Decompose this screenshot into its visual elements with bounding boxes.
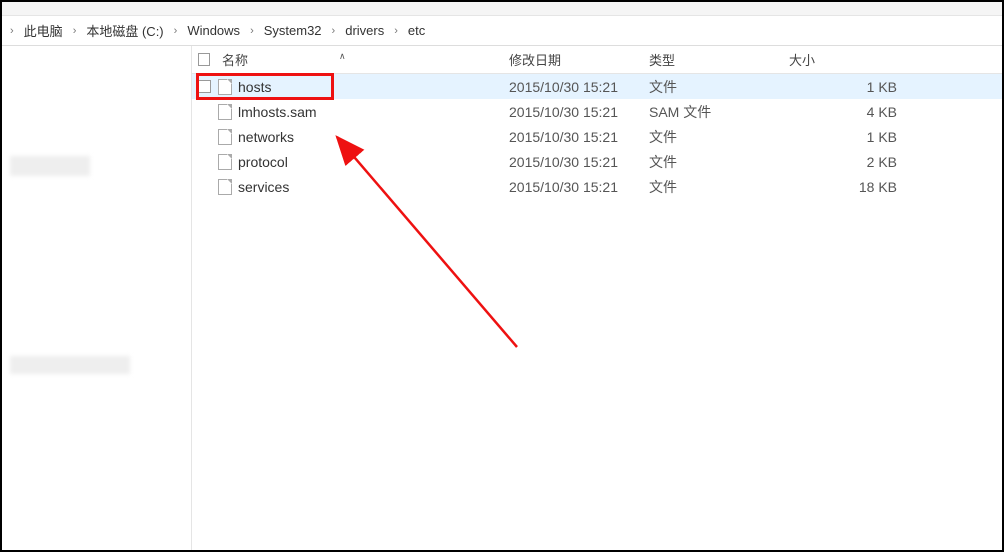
breadcrumb[interactable]: › 此电脑 › 本地磁盘 (C:) › Windows › System32 ›… (2, 16, 1002, 46)
column-label: 类型 (649, 50, 675, 69)
navigation-sidebar[interactable] (2, 46, 192, 550)
file-type-cell: 文件 (643, 152, 783, 172)
file-name-cell[interactable]: hosts (216, 79, 503, 95)
breadcrumb-item[interactable]: 本地磁盘 (C:) (82, 19, 167, 42)
breadcrumb-item[interactable]: 此电脑 (20, 19, 67, 42)
file-list-panel: 名称 ∧ 修改日期 类型 大小 hosts2015/10/30 15:21文件1… (192, 46, 1002, 550)
chevron-right-icon: › (8, 25, 16, 37)
sidebar-item (10, 356, 130, 374)
file-size-cell: 2 KB (783, 154, 903, 170)
file-name-label: hosts (238, 79, 271, 95)
file-size-cell: 1 KB (783, 79, 903, 95)
file-type-cell: 文件 (643, 127, 783, 147)
file-name-cell[interactable]: protocol (216, 154, 503, 170)
chevron-right-icon: › (248, 25, 256, 37)
select-all-checkbox[interactable] (192, 46, 216, 73)
file-icon (218, 129, 232, 145)
column-label: 大小 (789, 50, 815, 69)
chevron-right-icon: › (71, 25, 79, 37)
chevron-right-icon: › (172, 25, 180, 37)
file-name-cell[interactable]: networks (216, 129, 503, 145)
checkbox-icon (198, 80, 211, 93)
file-size-cell: 1 KB (783, 129, 903, 145)
column-header-size[interactable]: 大小 (783, 46, 903, 73)
file-row[interactable]: services 2015/10/30 15:21文件18 KB (192, 174, 1002, 199)
file-icon (218, 179, 232, 195)
sort-asc-icon: ∧ (339, 51, 346, 62)
breadcrumb-item[interactable]: etc (404, 21, 429, 40)
file-icon (218, 79, 232, 95)
file-type-cell: 文件 (643, 177, 783, 197)
sidebar-item (10, 156, 90, 176)
file-name-label: protocol (238, 154, 288, 170)
column-label: 修改日期 (509, 50, 561, 69)
file-icon (218, 154, 232, 170)
file-row[interactable]: hosts 2015/10/30 15:21文件1 KB (192, 74, 1002, 99)
file-date-cell: 2015/10/30 15:21 (503, 104, 643, 120)
column-label: 名称 (222, 50, 248, 69)
breadcrumb-item[interactable]: drivers (341, 21, 388, 40)
file-name-cell[interactable]: lmhosts.sam (216, 104, 503, 120)
file-size-cell: 4 KB (783, 104, 903, 120)
checkbox-icon (198, 53, 210, 66)
row-checkbox[interactable] (192, 80, 216, 93)
file-type-cell: SAM 文件 (643, 102, 783, 122)
column-header-name[interactable]: 名称 ∧ (216, 46, 503, 73)
file-size-cell: 18 KB (783, 179, 903, 195)
column-header-type[interactable]: 类型 (643, 46, 783, 73)
file-name-label: lmhosts.sam (238, 104, 317, 120)
file-date-cell: 2015/10/30 15:21 (503, 129, 643, 145)
file-icon (218, 104, 232, 120)
file-type-cell: 文件 (643, 77, 783, 97)
chevron-right-icon: › (330, 25, 338, 37)
file-row[interactable]: lmhosts.sam 2015/10/30 15:21SAM 文件4 KB (192, 99, 1002, 124)
file-date-cell: 2015/10/30 15:21 (503, 79, 643, 95)
breadcrumb-item[interactable]: System32 (260, 21, 326, 40)
file-name-label: networks (238, 129, 294, 145)
ribbon-bar (2, 2, 1002, 16)
file-rows: hosts2015/10/30 15:21文件1 KBlmhosts.sam20… (192, 74, 1002, 550)
file-row[interactable]: networks 2015/10/30 15:21文件1 KB (192, 124, 1002, 149)
column-headers: 名称 ∧ 修改日期 类型 大小 (192, 46, 1002, 74)
file-row[interactable]: protocol 2015/10/30 15:21文件2 KB (192, 149, 1002, 174)
chevron-right-icon: › (392, 25, 400, 37)
file-name-cell[interactable]: services (216, 179, 503, 195)
file-name-label: services (238, 179, 289, 195)
breadcrumb-item[interactable]: Windows (183, 21, 244, 40)
column-header-date[interactable]: 修改日期 (503, 46, 643, 73)
file-date-cell: 2015/10/30 15:21 (503, 179, 643, 195)
file-date-cell: 2015/10/30 15:21 (503, 154, 643, 170)
